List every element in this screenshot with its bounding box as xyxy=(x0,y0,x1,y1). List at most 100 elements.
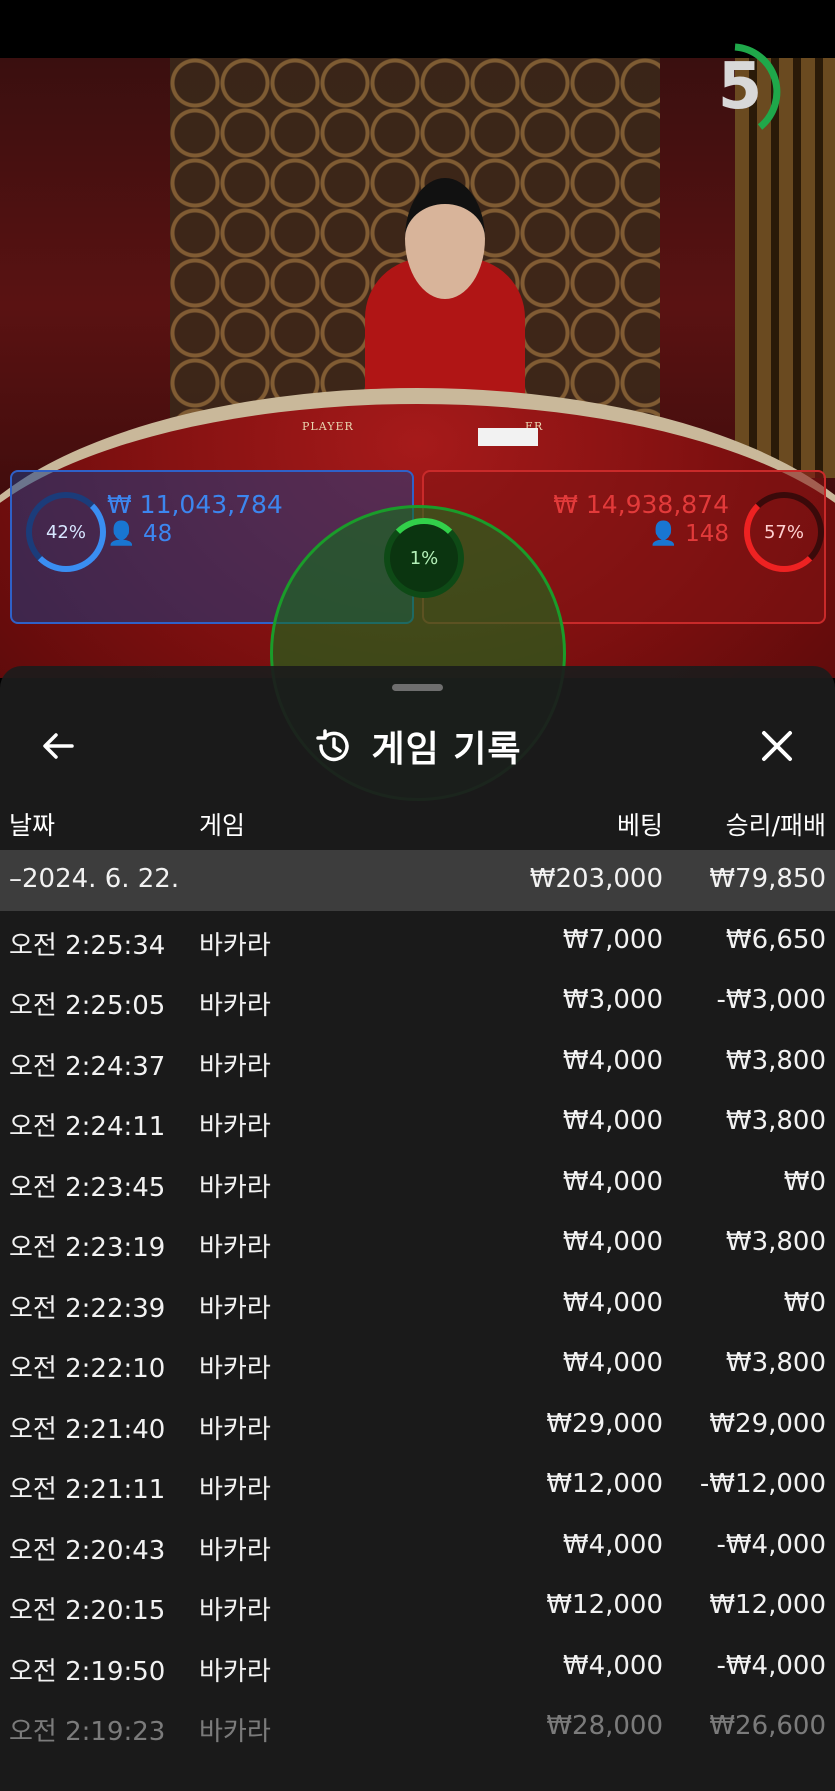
row-bet: ₩4,000 xyxy=(562,1287,663,1318)
table-row[interactable]: 오전 2:22:39 바카라 ₩4,000 ₩0 xyxy=(0,1274,835,1335)
summary-result: ₩79,850 xyxy=(709,864,826,894)
row-result: ₩3,800 xyxy=(725,1045,826,1076)
col-result: 승리/패배 xyxy=(725,811,826,840)
table-row[interactable]: 오전 2:25:05 바카라 ₩3,000 -₩3,000 xyxy=(0,971,835,1032)
row-time: 오전 2:23:45 xyxy=(9,1172,166,1203)
col-game: 게임 xyxy=(199,811,246,840)
row-game: 바카라 xyxy=(199,1293,271,1324)
row-bet: ₩4,000 xyxy=(562,1650,663,1681)
table-row[interactable]: 오전 2:23:45 바카라 ₩4,000 ₩0 xyxy=(0,1153,835,1214)
banker-count-value: 148 xyxy=(685,521,729,547)
banker-percent: 57% xyxy=(744,492,824,572)
row-bet: ₩4,000 xyxy=(562,1045,663,1076)
banker-total-amount: ₩ 14,938,874 xyxy=(553,490,729,519)
close-button[interactable] xyxy=(749,718,805,774)
row-game: 바카라 xyxy=(199,1596,271,1626)
row-bet: ₩4,000 xyxy=(562,1529,663,1560)
row-bet: ₩12,000 xyxy=(546,1590,663,1620)
dealt-cards xyxy=(478,428,538,446)
row-result: ₩6,650 xyxy=(725,924,826,955)
row-result: ₩3,800 xyxy=(725,1227,826,1257)
table-row[interactable]: 오전 2:24:37 바카라 ₩4,000 ₩3,800 xyxy=(0,1032,835,1093)
row-bet: ₩12,000 xyxy=(546,1469,663,1499)
history-table-header: 날짜 게임 베팅 승리/패배 xyxy=(0,796,835,852)
row-game: 바카라 xyxy=(199,1112,271,1142)
row-result: ₩12,000 xyxy=(709,1590,826,1620)
player-count: 👤 48 xyxy=(107,520,172,547)
row-bet: ₩4,000 xyxy=(562,1227,663,1257)
row-result: ₩3,800 xyxy=(725,1106,826,1136)
row-result: -₩4,000 xyxy=(716,1529,826,1560)
drag-handle[interactable] xyxy=(392,684,443,691)
game-history-sheet: 게임 기록 날짜 게임 베팅 승리/패배 –2024. 6. 22. ₩203,… xyxy=(0,666,835,1791)
table-row[interactable]: 오전 2:24:11 바카라 ₩4,000 ₩3,800 xyxy=(0,1092,835,1153)
row-result: ₩26,600 xyxy=(709,1711,826,1741)
row-game: 바카라 xyxy=(199,1656,271,1687)
row-game: 바카라 xyxy=(199,1475,271,1505)
row-game: 바카라 xyxy=(199,1172,271,1203)
row-time: 오전 2:20:43 xyxy=(9,1535,166,1566)
summary-date: –2024. 6. 22. xyxy=(9,864,180,894)
row-game: 바카라 xyxy=(199,1717,271,1747)
table-row[interactable]: 오전 2:21:40 바카라 ₩29,000 ₩29,000 xyxy=(0,1395,835,1456)
row-time: 오전 2:24:37 xyxy=(9,1051,166,1082)
sheet-title-wrap: 게임 기록 xyxy=(0,720,835,772)
row-bet: ₩7,000 xyxy=(562,924,663,955)
row-bet: ₩29,000 xyxy=(546,1408,663,1439)
row-time: 오전 2:25:34 xyxy=(9,930,166,961)
player-count-value: 48 xyxy=(142,521,173,547)
row-time: 오전 2:20:15 xyxy=(9,1596,166,1626)
table-row[interactable]: 오전 2:21:11 바카라 ₩12,000 -₩12,000 xyxy=(0,1455,835,1516)
date-summary-row[interactable]: –2024. 6. 22. ₩203,000 ₩79,850 xyxy=(0,850,835,911)
tie-percent: 1% xyxy=(384,518,464,598)
row-result: ₩0 xyxy=(783,1287,826,1318)
row-game: 바카라 xyxy=(199,991,271,1021)
sheet-title: 게임 기록 xyxy=(371,729,522,770)
row-time: 오전 2:23:19 xyxy=(9,1233,166,1263)
row-time: 오전 2:25:05 xyxy=(9,991,166,1021)
table-row[interactable]: 오전 2:20:15 바카라 ₩12,000 ₩12,000 xyxy=(0,1576,835,1637)
col-bet: 베팅 xyxy=(616,811,663,840)
table-row[interactable]: 오전 2:22:10 바카라 ₩4,000 ₩3,800 xyxy=(0,1334,835,1395)
person-icon: 👤 xyxy=(107,521,136,547)
dealer-head xyxy=(405,178,485,299)
row-bet: ₩4,000 xyxy=(562,1106,663,1136)
row-result: -₩4,000 xyxy=(716,1650,826,1681)
row-bet: ₩4,000 xyxy=(562,1166,663,1197)
table-row[interactable]: 오전 2:23:19 바카라 ₩4,000 ₩3,800 xyxy=(0,1213,835,1274)
table-row[interactable]: 오전 2:25:34 바카라 ₩7,000 ₩6,650 xyxy=(0,911,835,972)
row-bet: ₩3,000 xyxy=(562,985,663,1015)
banker-count: 👤 148 xyxy=(649,520,729,547)
table-row[interactable]: 오전 2:19:50 바카라 ₩4,000 -₩4,000 xyxy=(0,1637,835,1698)
row-time: 오전 2:19:50 xyxy=(9,1656,166,1687)
row-result: -₩12,000 xyxy=(699,1469,826,1499)
felt-label-player: PLAYER xyxy=(302,420,354,433)
history-table: –2024. 6. 22. ₩203,000 ₩79,850 오전 2:25:3… xyxy=(0,850,835,1758)
row-result: ₩29,000 xyxy=(709,1408,826,1439)
row-bet: ₩28,000 xyxy=(546,1711,663,1741)
row-time: 오전 2:24:11 xyxy=(9,1112,166,1142)
row-bet: ₩4,000 xyxy=(562,1348,663,1378)
player-percent: 42% xyxy=(26,492,106,572)
row-game: 바카라 xyxy=(199,1233,271,1263)
row-game: 바카라 xyxy=(199,930,271,961)
row-time: 오전 2:22:39 xyxy=(9,1293,166,1324)
timer-value: 5 xyxy=(717,50,763,124)
row-result: ₩3,800 xyxy=(725,1348,826,1378)
row-time: 오전 2:22:10 xyxy=(9,1354,166,1384)
row-result: ₩0 xyxy=(783,1166,826,1197)
col-date: 날짜 xyxy=(9,811,56,840)
table-row[interactable]: 오전 2:20:43 바카라 ₩4,000 -₩4,000 xyxy=(0,1516,835,1577)
player-total-amount: ₩ 11,043,784 xyxy=(107,490,283,519)
close-icon xyxy=(762,731,792,761)
row-game: 바카라 xyxy=(199,1051,271,1082)
row-game: 바카라 xyxy=(199,1354,271,1384)
summary-bet: ₩203,000 xyxy=(529,864,663,894)
history-icon xyxy=(316,729,350,762)
row-result: -₩3,000 xyxy=(716,985,826,1015)
row-time: 오전 2:21:40 xyxy=(9,1414,166,1445)
person-icon: 👤 xyxy=(649,521,678,547)
sheet-header: 게임 기록 xyxy=(0,706,835,786)
row-time: 오전 2:19:23 xyxy=(9,1717,166,1747)
table-row[interactable]: 오전 2:19:23 바카라 ₩28,000 ₩26,600 xyxy=(0,1697,835,1758)
